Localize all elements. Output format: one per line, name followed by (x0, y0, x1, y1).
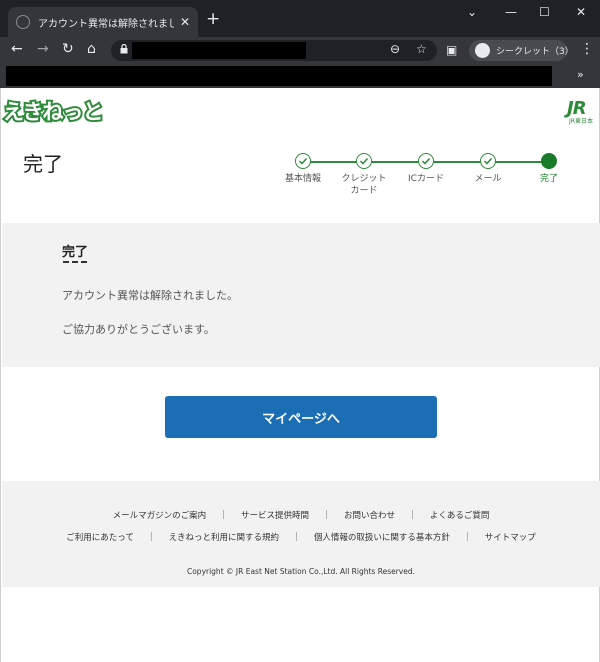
forward-icon[interactable]: → (37, 41, 49, 57)
step-label: 完了 (539, 174, 558, 184)
thanks-message: ご協力ありがとうございます。 (62, 323, 215, 336)
address-bar[interactable]: ⊖ ☆ (111, 40, 437, 61)
back-icon[interactable]: ← (11, 41, 23, 57)
step-done-check-icon (480, 153, 496, 169)
step-basic-info: 基本情報 (273, 153, 333, 185)
footer-separator: | (294, 532, 298, 542)
footer-separator: | (149, 532, 153, 542)
incognito-profile-button[interactable]: シークレット（3） (469, 40, 574, 61)
panel-heading: 完了 (62, 245, 89, 260)
step-label: メール (474, 174, 502, 184)
step-done-check-icon (356, 153, 372, 169)
footer-links-row2: ご利用にあたって | えきねっと利用に関する規約 | 個人情報の取扱いに関する基… (2, 531, 600, 543)
new-tab-icon[interactable]: + (206, 9, 220, 29)
redacted-url (132, 42, 306, 59)
tab-title: アカウント異常は解除されました（JR (38, 18, 174, 30)
footer-links-row1: メールマガジンのご案内 | サービス提供時間 | お問い合わせ | よくあるご質… (2, 509, 600, 521)
bookmark-star-icon[interactable]: ☆ (416, 42, 427, 56)
step-mail: メール (458, 153, 518, 185)
footer-separator: | (222, 510, 226, 520)
maximize-icon[interactable]: ☐ (539, 5, 550, 19)
step-label: ICカード (408, 174, 444, 184)
window-close-icon[interactable]: ✕ (576, 5, 586, 19)
redacted-bookmarks (6, 66, 552, 86)
step-complete: 完了 (519, 153, 579, 185)
footer-link-contact[interactable]: お問い合わせ (344, 509, 395, 521)
browser-tab[interactable]: アカウント異常は解除されました（JR ✕ (8, 7, 198, 37)
mypage-button[interactable]: マイページへ (165, 396, 437, 438)
footer-separator: | (325, 510, 328, 520)
incognito-icon (475, 43, 490, 58)
browser-menu-icon[interactable]: ⋮ (580, 41, 594, 57)
tab-search-icon[interactable]: ⌄ (467, 5, 477, 19)
step-credit-card: クレジット カード (334, 153, 394, 197)
home-icon[interactable]: ⌂ (87, 41, 96, 57)
footer-separator: | (465, 532, 469, 542)
browser-tabbar: アカウント異常は解除されました（JR ✕ + ⌄ — ☐ ✕ (0, 0, 600, 37)
profile-label: シークレット（3） (496, 47, 574, 57)
web-page: えきねっと JR JR東日本 完了 基本情報 クレジット カード ICカード メ… (0, 88, 600, 662)
step-ic-card: ICカード (396, 153, 456, 185)
zoom-icon[interactable]: ⊖ (390, 42, 400, 56)
footer-link-mail-magazine[interactable]: メールマガジンのご案内 (113, 509, 207, 521)
progress-steps: 基本情報 クレジット カード ICカード メール 完了 (284, 153, 564, 203)
footer-link-terms[interactable]: えきねっと利用に関する規約 (169, 531, 279, 543)
footer-separator: | (410, 510, 414, 520)
step-label: クレジット カード (341, 174, 387, 196)
step-label: 基本情報 (284, 174, 321, 184)
tab-close-icon[interactable]: ✕ (180, 15, 190, 29)
copyright: Copyright © JR East Net Station Co.,Ltd.… (186, 567, 415, 576)
loading-favicon-icon (16, 15, 30, 29)
step-current-dot-icon (541, 153, 557, 169)
unlock-message: アカウント異常は解除されました。 (62, 289, 238, 302)
bookmarks-overflow-icon[interactable]: » (577, 68, 584, 81)
bookmarks-bar: » (0, 64, 600, 88)
page-title: 完了 (23, 152, 63, 176)
step-done-check-icon (418, 153, 434, 169)
reload-icon[interactable]: ↻ (62, 41, 74, 57)
completion-panel: 完了 アカウント異常は解除されました。 ご協力ありがとうございます。 (2, 223, 600, 367)
footer-link-faq[interactable]: よくあるご質問 (430, 509, 490, 521)
jr-east-logo[interactable]: JR JR東日本 (567, 98, 600, 125)
heading-underline (63, 261, 87, 263)
ekinet-logo[interactable]: えきねっと (1, 96, 105, 126)
footer-link-service-hours[interactable]: サービス提供時間 (241, 509, 309, 521)
site-footer: メールマガジンのご案内 | サービス提供時間 | お問い合わせ | よくあるご質… (2, 481, 600, 587)
side-panel-icon[interactable]: ▣ (446, 43, 457, 57)
footer-link-privacy[interactable]: 個人情報の取扱いに関する基本方針 (314, 531, 450, 543)
lock-icon (120, 44, 128, 54)
minimize-icon[interactable]: — (505, 5, 517, 19)
step-done-check-icon (295, 153, 311, 169)
footer-link-usage[interactable]: ご利用にあたって (66, 531, 134, 543)
browser-toolbar: ← → ↻ ⌂ ⊖ ☆ ▣ シークレット（3） ⋮ (0, 37, 600, 64)
footer-link-sitemap[interactable]: サイトマップ (485, 531, 536, 543)
